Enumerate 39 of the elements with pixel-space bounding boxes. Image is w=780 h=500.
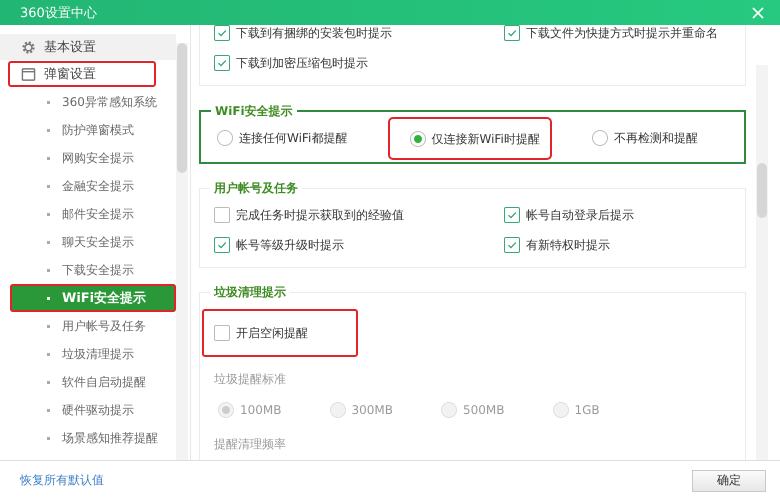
scrollbar-thumb[interactable] <box>177 43 187 173</box>
checkbox-option[interactable]: 帐号等级升级时提示 <box>214 235 504 255</box>
checkbox-option[interactable]: 帐号自动登录后提示 <box>504 205 731 225</box>
ok-button[interactable]: 确定 <box>692 470 766 492</box>
window-icon <box>21 66 36 82</box>
sidebar-item[interactable]: 网购安全提示 <box>0 144 176 172</box>
window-title: 360设置中心 <box>20 4 97 22</box>
scrollbar-thumb[interactable] <box>757 163 767 218</box>
group-title: 用户帐号及任务 <box>210 180 302 197</box>
checkbox-option[interactable]: 下载到有捆绑的安装包时提示 <box>214 25 504 43</box>
group-title: WiFi安全提示 <box>211 103 297 120</box>
gear-icon <box>21 40 36 54</box>
checkbox-option[interactable]: 有新特权时提示 <box>504 235 731 255</box>
checkbox-option[interactable]: 下载文件为快捷方式时提示并重命名 <box>504 25 731 43</box>
sidebar-item[interactable]: 邮件安全提示 <box>0 200 176 228</box>
sidebar-item[interactable]: 硬件驱动提示 <box>0 396 176 424</box>
checkbox-option[interactable]: 完成任务时提示获取到的经验值 <box>214 205 504 225</box>
sidebar-item[interactable]: 聊天安全提示 <box>0 228 176 256</box>
radio-option[interactable]: 连接任何WiFi都提醒 <box>213 126 352 150</box>
sidebar-category[interactable]: 弹窗设置 <box>8 61 156 87</box>
radio-option[interactable]: 不再检测和提醒 <box>588 126 702 150</box>
checkbox-option[interactable]: 下载到加密压缩包时提示 <box>214 53 504 73</box>
option-caption: 提醒清理频率 <box>214 436 287 453</box>
sidebar-item[interactable]: 软件自启动提醒 <box>0 368 176 396</box>
sidebar-item[interactable]: 防护弹窗模式 <box>0 116 176 144</box>
radio-option[interactable]: 仅连接新WiFi时提醒 <box>390 118 550 158</box>
sidebar-item[interactable]: 360异常感知系统 <box>0 88 176 116</box>
restore-defaults-link[interactable]: 恢复所有默认值 <box>20 472 104 489</box>
group-title: 垃圾清理提示 <box>210 284 290 301</box>
sidebar-item[interactable]: 下载安全提示 <box>0 256 176 284</box>
sidebar-item[interactable]: WiFi安全提示 <box>10 284 176 312</box>
sidebar-item[interactable]: 用户帐号及任务 <box>0 312 176 340</box>
checkbox-option[interactable]: 开启空闲提醒 <box>202 309 358 357</box>
option-caption: 垃圾提醒标准 <box>214 371 287 388</box>
sidebar-item[interactable]: 场景感知推荐提醒 <box>0 424 176 452</box>
close-icon[interactable] <box>752 6 764 18</box>
sidebar-item[interactable]: 垃圾清理提示 <box>0 340 176 368</box>
sidebar-category[interactable]: 基本设置 <box>0 34 176 60</box>
sidebar-item[interactable]: 金融安全提示 <box>0 172 176 200</box>
